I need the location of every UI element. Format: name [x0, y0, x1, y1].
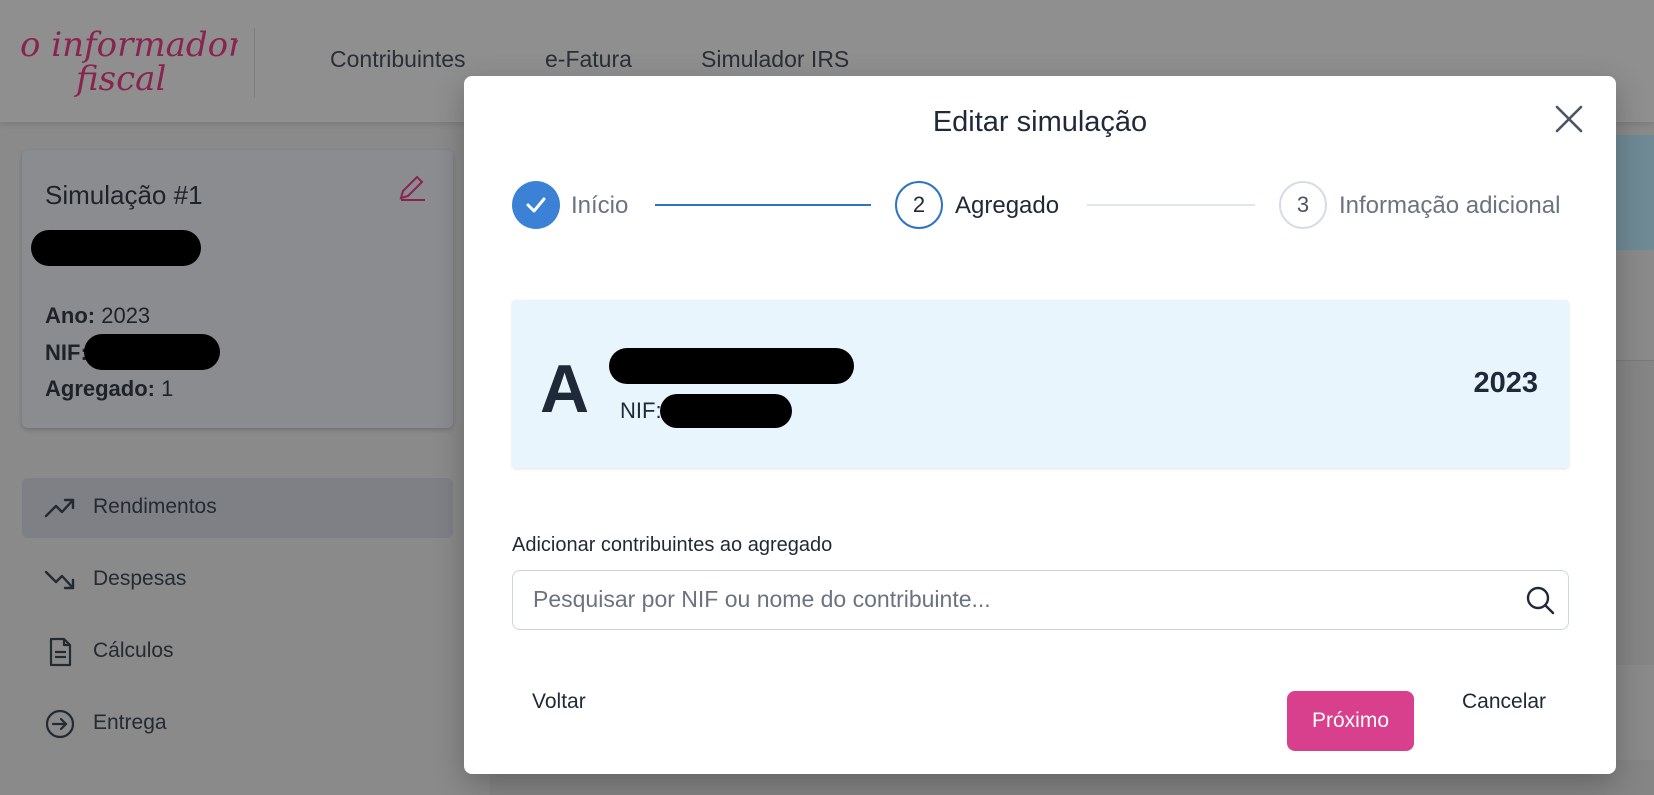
step-connector-2	[1087, 204, 1255, 206]
check-icon	[526, 197, 546, 213]
step-1-check-icon[interactable]	[512, 181, 560, 229]
sidebar-item-entrega[interactable]: Entrega	[22, 694, 453, 754]
simulation-agregado-row: Agregado: 1	[45, 376, 174, 401]
step-1-label[interactable]: Início	[571, 192, 628, 220]
redacted-nif	[84, 334, 220, 370]
document-icon	[49, 637, 72, 667]
taxpayer-nif-label: NIF:	[620, 398, 662, 423]
step-3-label[interactable]: Informação adicional	[1339, 192, 1560, 220]
step-2-label[interactable]: Agregado	[955, 192, 1059, 220]
app-logo[interactable]: o informador fiscal	[18, 18, 238, 104]
simulation-nif-row: NIF:	[45, 340, 88, 365]
simulation-agregado-value: 1	[161, 376, 174, 401]
sidebar-item-calculos[interactable]: Cálculos	[22, 622, 453, 682]
taxpayer-search-box[interactable]	[512, 570, 1569, 630]
trending-down-icon	[44, 570, 75, 590]
taxpayer-profile-card: A NIF: 2023	[512, 300, 1569, 468]
trending-up-icon	[44, 498, 75, 518]
redacted-name	[31, 230, 201, 266]
next-button[interactable]: Próximo	[1287, 691, 1414, 751]
add-taxpayers-label: Adicionar contribuintes ao agregado	[512, 534, 833, 556]
svg-text:fiscal: fiscal	[73, 59, 166, 99]
simulation-title: Simulação #1	[45, 180, 203, 210]
taxpayer-avatar-initial: A	[540, 351, 590, 427]
sidebar-item-rendimentos[interactable]: Rendimentos	[22, 478, 453, 538]
arrow-circle-right-icon	[45, 709, 75, 739]
sidebar-item-label: Rendimentos	[93, 495, 217, 518]
nav-simulador-irs[interactable]: Simulador IRS	[701, 46, 849, 73]
nav-e-fatura[interactable]: e-Fatura	[545, 46, 632, 73]
simulation-year-value: 2023	[101, 303, 151, 328]
sidebar-item-label: Despesas	[93, 567, 187, 590]
header-divider	[254, 28, 255, 98]
redacted-taxpayer-nif	[660, 394, 792, 428]
taxpayer-year: 2023	[1473, 367, 1538, 399]
edit-pencil-icon[interactable]	[397, 172, 427, 202]
taxpayer-search-input[interactable]	[533, 571, 1493, 628]
background-banner	[1614, 135, 1654, 250]
step-2-circle[interactable]: 2	[895, 181, 943, 229]
sidebar-item-label: Entrega	[93, 711, 167, 734]
redacted-taxpayer-name	[609, 348, 854, 384]
sidebar-item-label: Cálculos	[93, 639, 174, 662]
back-button[interactable]: Voltar	[532, 690, 586, 714]
simulation-summary-card: Simulação #1 Ano: 2023 NIF: Agregado: 1	[22, 150, 453, 428]
sidebar-item-despesas[interactable]: Despesas	[22, 550, 453, 610]
nav-contribuintes[interactable]: Contribuintes	[330, 46, 466, 73]
search-icon[interactable]	[1524, 584, 1556, 616]
modal-title: Editar simulação	[932, 106, 1148, 138]
simulation-year-row: Ano: 2023	[45, 303, 151, 328]
step-connector-1	[655, 204, 871, 206]
step-3-circle[interactable]: 3	[1279, 181, 1327, 229]
cancel-button[interactable]: Cancelar	[1462, 690, 1546, 714]
close-icon[interactable]	[1552, 102, 1586, 136]
edit-simulation-modal: Editar simulação Início 2 Agregado 3 Inf…	[464, 76, 1616, 774]
